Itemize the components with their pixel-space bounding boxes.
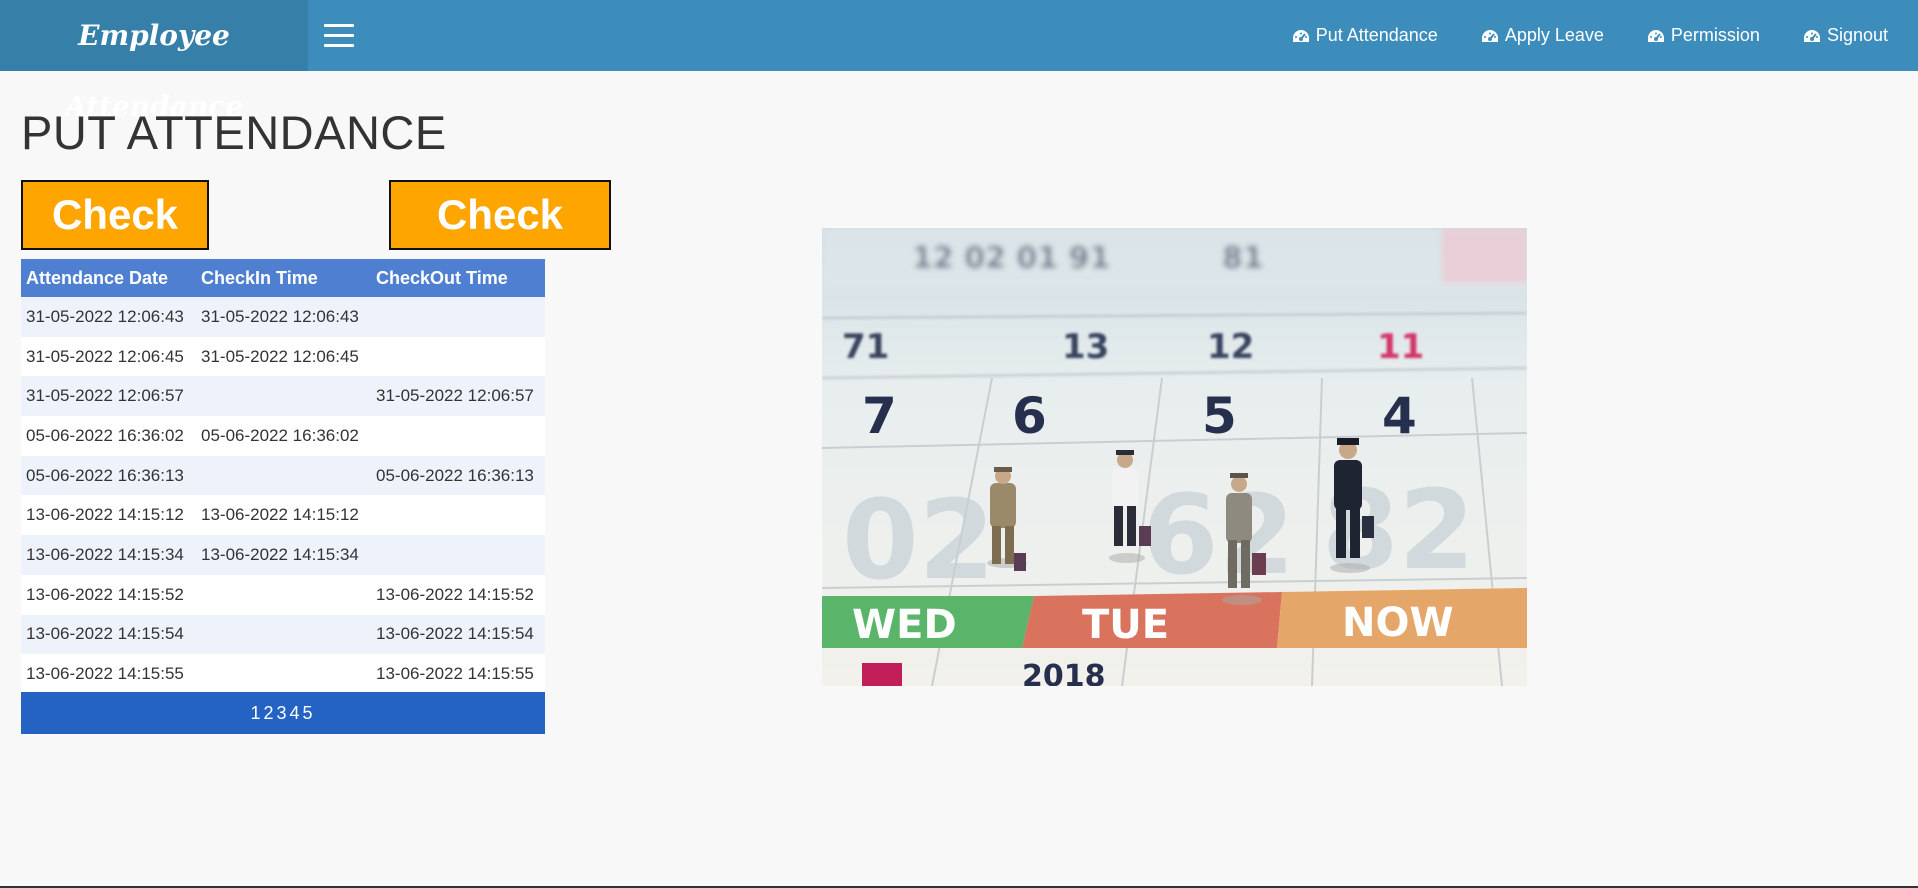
- svg-text:WED: WED: [852, 602, 957, 648]
- dashboard-gauge-icon: [1646, 28, 1666, 44]
- nav-label: Put Attendance: [1315, 25, 1438, 45]
- dashboard-gauge-icon: [1802, 28, 1822, 44]
- checkin-time-cell: 31-05-2022 12:06:45: [196, 336, 371, 377]
- column-header-attendance-date: Attendance Date: [21, 259, 196, 297]
- page-link-1[interactable]: 1: [250, 703, 263, 723]
- table-row: 05-06-2022 16:36:02 05-06-2022 16:36:02: [21, 416, 545, 456]
- checkin-time-cell: [196, 455, 371, 496]
- page-title: PUT ATTENDANCE: [21, 106, 447, 159]
- svg-text:62: 62: [1142, 471, 1295, 599]
- checkout-time-cell: [371, 336, 545, 377]
- attendance-date-cell: 13-06-2022 14:15:54: [21, 614, 196, 655]
- svg-text:5: 5: [1202, 387, 1237, 445]
- checkout-time-cell: [371, 535, 545, 575]
- attendance-date-cell: 13-06-2022 14:15:34: [21, 535, 196, 575]
- page-link-2[interactable]: 2: [263, 703, 276, 723]
- checkout-time-cell: 13-06-2022 14:15:55: [371, 654, 545, 694]
- checkin-time-cell: 13-06-2022 14:15:12: [196, 495, 371, 536]
- svg-text:11: 11: [1377, 327, 1424, 367]
- dashboard-gauge-icon: [1480, 28, 1500, 44]
- column-header-checkin-time: CheckIn Time: [196, 259, 371, 297]
- nav-put-attendance[interactable]: Put Attendance: [1291, 25, 1438, 46]
- checkout-time-cell: 05-06-2022 16:36:13: [371, 455, 545, 496]
- nav-label: Apply Leave: [1504, 25, 1604, 45]
- dashboard-gauge-icon: [1291, 28, 1311, 44]
- attendance-date-cell: 13-06-2022 14:15:52: [21, 574, 196, 615]
- table-row: 31-05-2022 12:06:43 31-05-2022 12:06:43: [21, 297, 545, 337]
- table-row: 31-05-2022 12:06:57 31-05-2022 12:06:57: [21, 376, 545, 417]
- checkout-time-cell: 31-05-2022 12:06:57: [371, 376, 545, 417]
- attendance-date-cell: 13-06-2022 14:15:55: [21, 654, 196, 694]
- app-brand[interactable]: Employee Attendance: [0, 0, 308, 123]
- table-row: 31-05-2022 12:06:45 31-05-2022 12:06:45: [21, 336, 545, 377]
- svg-text:13: 13: [1062, 327, 1109, 367]
- checkin-time-cell: [196, 376, 371, 417]
- checkout-time-cell: [371, 416, 545, 456]
- checkin-time-cell: 05-06-2022 16:36:02: [196, 416, 371, 456]
- attendance-date-cell: 31-05-2022 12:06:43: [21, 297, 196, 337]
- nav-apply-leave[interactable]: Apply Leave: [1480, 25, 1604, 46]
- nav-label: Permission: [1670, 25, 1760, 45]
- nav-signout[interactable]: Signout: [1802, 25, 1888, 46]
- checkin-time-cell: [196, 614, 371, 655]
- attendance-date-cell: 05-06-2022 16:36:13: [21, 455, 196, 496]
- page-link-5[interactable]: 5: [303, 703, 316, 723]
- svg-text:71: 71: [842, 327, 889, 367]
- svg-text:12 02 01 91: 12 02 01 91: [912, 241, 1110, 276]
- table-header-row: Attendance Date CheckIn Time CheckOut Ti…: [21, 259, 545, 297]
- page-link-4[interactable]: 4: [290, 703, 303, 723]
- column-header-checkout-time: CheckOut Time: [371, 259, 545, 297]
- nav-permission[interactable]: Permission: [1646, 25, 1760, 46]
- table-row: 13-06-2022 14:15:12 13-06-2022 14:15:12: [21, 495, 545, 536]
- checkin-time-cell: [196, 574, 371, 615]
- checkout-time-cell: 13-06-2022 14:15:52: [371, 574, 545, 615]
- nav-menu: Put Attendance Apply Leave Permission Signo…: [1291, 0, 1888, 71]
- page-link-3[interactable]: 3: [276, 703, 289, 723]
- top-navbar: Employee Attendance Put Attendance Apply …: [0, 0, 1918, 123]
- table-row: 13-06-2022 14:15:52 13-06-2022 14:15:52: [21, 574, 545, 615]
- svg-text:NOW: NOW: [1342, 600, 1454, 646]
- svg-text:6: 6: [1012, 387, 1047, 445]
- hamburger-menu-icon[interactable]: [322, 22, 356, 49]
- checkout-time-cell: [371, 297, 545, 337]
- svg-text:02: 02: [842, 476, 995, 604]
- check-in-button[interactable]: Check In: [21, 180, 209, 304]
- attendance-date-cell: 31-05-2022 12:06:57: [21, 376, 196, 417]
- checkin-time-cell: 31-05-2022 12:06:43: [196, 297, 371, 337]
- svg-text:7: 7: [862, 387, 897, 445]
- table-row: 13-06-2022 14:15:34 13-06-2022 14:15:34: [21, 535, 545, 575]
- checkout-time-cell: [371, 495, 545, 536]
- svg-text:4: 4: [1382, 387, 1417, 445]
- calendar-miniature-figures-photo: 12 02 01 91 81 71 13 12 11 7 6 5 4 02 62…: [822, 228, 1527, 686]
- table-row: 05-06-2022 16:36:13 05-06-2022 16:36:13: [21, 455, 545, 496]
- checkin-time-cell: 13-06-2022 14:15:34: [196, 535, 371, 575]
- table-row: 13-06-2022 14:15:55 13-06-2022 14:15:55: [21, 654, 545, 694]
- check-out-button[interactable]: Check Out: [389, 180, 611, 304]
- svg-text:TUE: TUE: [1082, 602, 1169, 648]
- svg-text:12: 12: [1207, 327, 1254, 367]
- checkout-time-cell: 13-06-2022 14:15:54: [371, 614, 545, 655]
- attendance-table: Attendance Date CheckIn Time CheckOut Ti…: [21, 259, 545, 694]
- attendance-date-cell: 13-06-2022 14:15:12: [21, 495, 196, 536]
- svg-text:2018: 2018: [1022, 659, 1106, 686]
- svg-text:81: 81: [1222, 241, 1264, 276]
- attendance-date-cell: 05-06-2022 16:36:02: [21, 416, 196, 456]
- attendance-date-cell: 31-05-2022 12:06:45: [21, 336, 196, 377]
- checkin-time-cell: [196, 654, 371, 694]
- nav-label: Signout: [1826, 25, 1888, 45]
- table-row: 13-06-2022 14:15:54 13-06-2022 14:15:54: [21, 614, 545, 655]
- pagination: 12345: [21, 692, 545, 734]
